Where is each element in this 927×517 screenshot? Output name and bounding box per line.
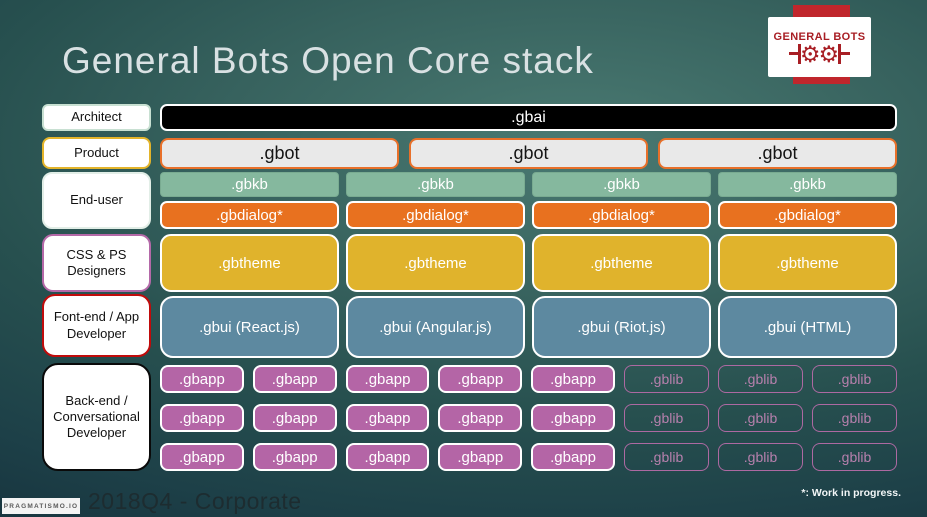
gbapp-box: .gbapp	[252, 443, 337, 471]
gbui-box: .gbui (Riot.js)	[532, 296, 711, 358]
gear-line-right-icon	[841, 52, 851, 55]
gblib-box: .gblib	[624, 443, 709, 471]
gbapp-box: .gbapp	[531, 443, 615, 471]
gbapp-box: .gbapp	[438, 404, 523, 432]
gblib-group: .gblib .gblib .gblib	[624, 404, 897, 432]
gbui-box: .gbui (React.js)	[160, 296, 339, 358]
gbkb-box: .gbkb	[346, 172, 525, 197]
general-bots-logo: GENERAL BOTS ⚙ ⚙	[768, 17, 871, 77]
gblib-box: .gblib	[718, 404, 803, 432]
gbkb-box: .gbkb	[532, 172, 711, 197]
gbui-box: .gbui (HTML)	[718, 296, 897, 358]
gbdialog-box: .gbdialog*	[346, 201, 525, 229]
gbkb-box: .gbkb	[718, 172, 897, 197]
gbapp-gblib-row-1: .gbapp .gbapp .gbapp .gbapp .gbapp .gblib .gb…	[160, 365, 897, 393]
gbapp-group: .gbapp .gbapp .gbapp .gbapp .gbapp	[160, 404, 615, 432]
gbdialog-box: .gbdialog*	[718, 201, 897, 229]
pragmatismo-watermark: PRAGMATISMO.IO	[2, 498, 80, 514]
gbapp-box: .gbapp	[252, 365, 337, 393]
role-label-backend-conversational-developer: Back-end / Conversational Developer	[42, 363, 151, 471]
role-label-product: Product	[42, 137, 151, 169]
gears-icon: ⚙ ⚙	[788, 40, 851, 67]
gbdialog-box: .gbdialog*	[160, 201, 339, 229]
gbtheme-box: .gbtheme	[346, 234, 525, 292]
role-label-frontend-app-developer: Font-end / App Developer	[42, 294, 151, 357]
gbtheme-box: .gbtheme	[160, 234, 339, 292]
role-label-end-user: End-user	[42, 172, 151, 229]
gbtheme-box: .gbtheme	[532, 234, 711, 292]
gbot-box: .gbot	[409, 138, 648, 169]
gbui-box: .gbui (Angular.js)	[346, 296, 525, 358]
gbapp-box: .gbapp	[252, 404, 337, 432]
gbkb-box: .gbkb	[160, 172, 339, 197]
footer-edition-text: 2018Q4 - Corporate	[88, 488, 302, 514]
gbapp-box: .gbapp	[160, 404, 244, 432]
gbai-box: .gbai	[160, 104, 897, 131]
gblib-group: .gblib .gblib .gblib	[624, 443, 897, 471]
gbapp-box: .gbapp	[160, 443, 244, 471]
gbapp-group: .gbapp .gbapp .gbapp .gbapp .gbapp	[160, 365, 615, 393]
gbapp-box: .gbapp	[345, 443, 430, 471]
gblib-box: .gblib	[812, 443, 897, 471]
gbkb-row: .gbkb .gbkb .gbkb .gbkb	[160, 172, 897, 197]
gblib-box: .gblib	[812, 404, 897, 432]
role-label-architect: Architect	[42, 104, 151, 131]
gbui-row: .gbui (React.js) .gbui (Angular.js) .gbui …	[160, 296, 897, 358]
page-title: General Bots Open Core stack	[62, 40, 594, 81]
gbapp-box: .gbapp	[438, 365, 523, 393]
gbapp-group: .gbapp .gbapp .gbapp .gbapp .gbapp	[160, 443, 615, 471]
gbapp-gblib-row-2: .gbapp .gbapp .gbapp .gbapp .gbapp .gblib .gb…	[160, 404, 897, 432]
gbtheme-box: .gbtheme	[718, 234, 897, 292]
gbapp-box: .gbapp	[345, 404, 430, 432]
gblib-group: .gblib .gblib .gblib	[624, 365, 897, 393]
gbapp-gblib-row-3: .gbapp .gbapp .gbapp .gbapp .gbapp .gblib .gb…	[160, 443, 897, 471]
gbot-row: .gbot .gbot .gbot	[160, 138, 897, 169]
gbapp-box: .gbapp	[438, 443, 523, 471]
gbapp-box: .gbapp	[531, 365, 615, 393]
role-label-css-ps-designers: CSS & PS Designers	[42, 234, 151, 292]
gbdialog-box: .gbdialog*	[532, 201, 711, 229]
gblib-box: .gblib	[718, 443, 803, 471]
gbot-box: .gbot	[658, 138, 897, 169]
gbtheme-row: .gbtheme .gbtheme .gbtheme .gbtheme	[160, 234, 897, 292]
gear-icon: ⚙	[818, 40, 840, 67]
gbapp-box: .gbapp	[531, 404, 615, 432]
work-in-progress-note: *: Work in progress.	[801, 487, 901, 499]
gblib-box: .gblib	[624, 404, 709, 432]
gear-icon: ⚙	[799, 40, 821, 67]
gbot-box: .gbot	[160, 138, 399, 169]
slide-background: General Bots Open Core stack GENERAL BOT…	[0, 0, 927, 517]
gbdialog-row: .gbdialog* .gbdialog* .gbdialog* .gbdialog*	[160, 201, 897, 229]
gbapp-box: .gbapp	[160, 365, 244, 393]
gbapp-box: .gbapp	[345, 365, 430, 393]
gblib-box: .gblib	[812, 365, 897, 393]
gear-line-left-icon	[788, 52, 798, 55]
gblib-box: .gblib	[624, 365, 709, 393]
gbai-row: .gbai	[160, 104, 897, 131]
gblib-box: .gblib	[718, 365, 803, 393]
